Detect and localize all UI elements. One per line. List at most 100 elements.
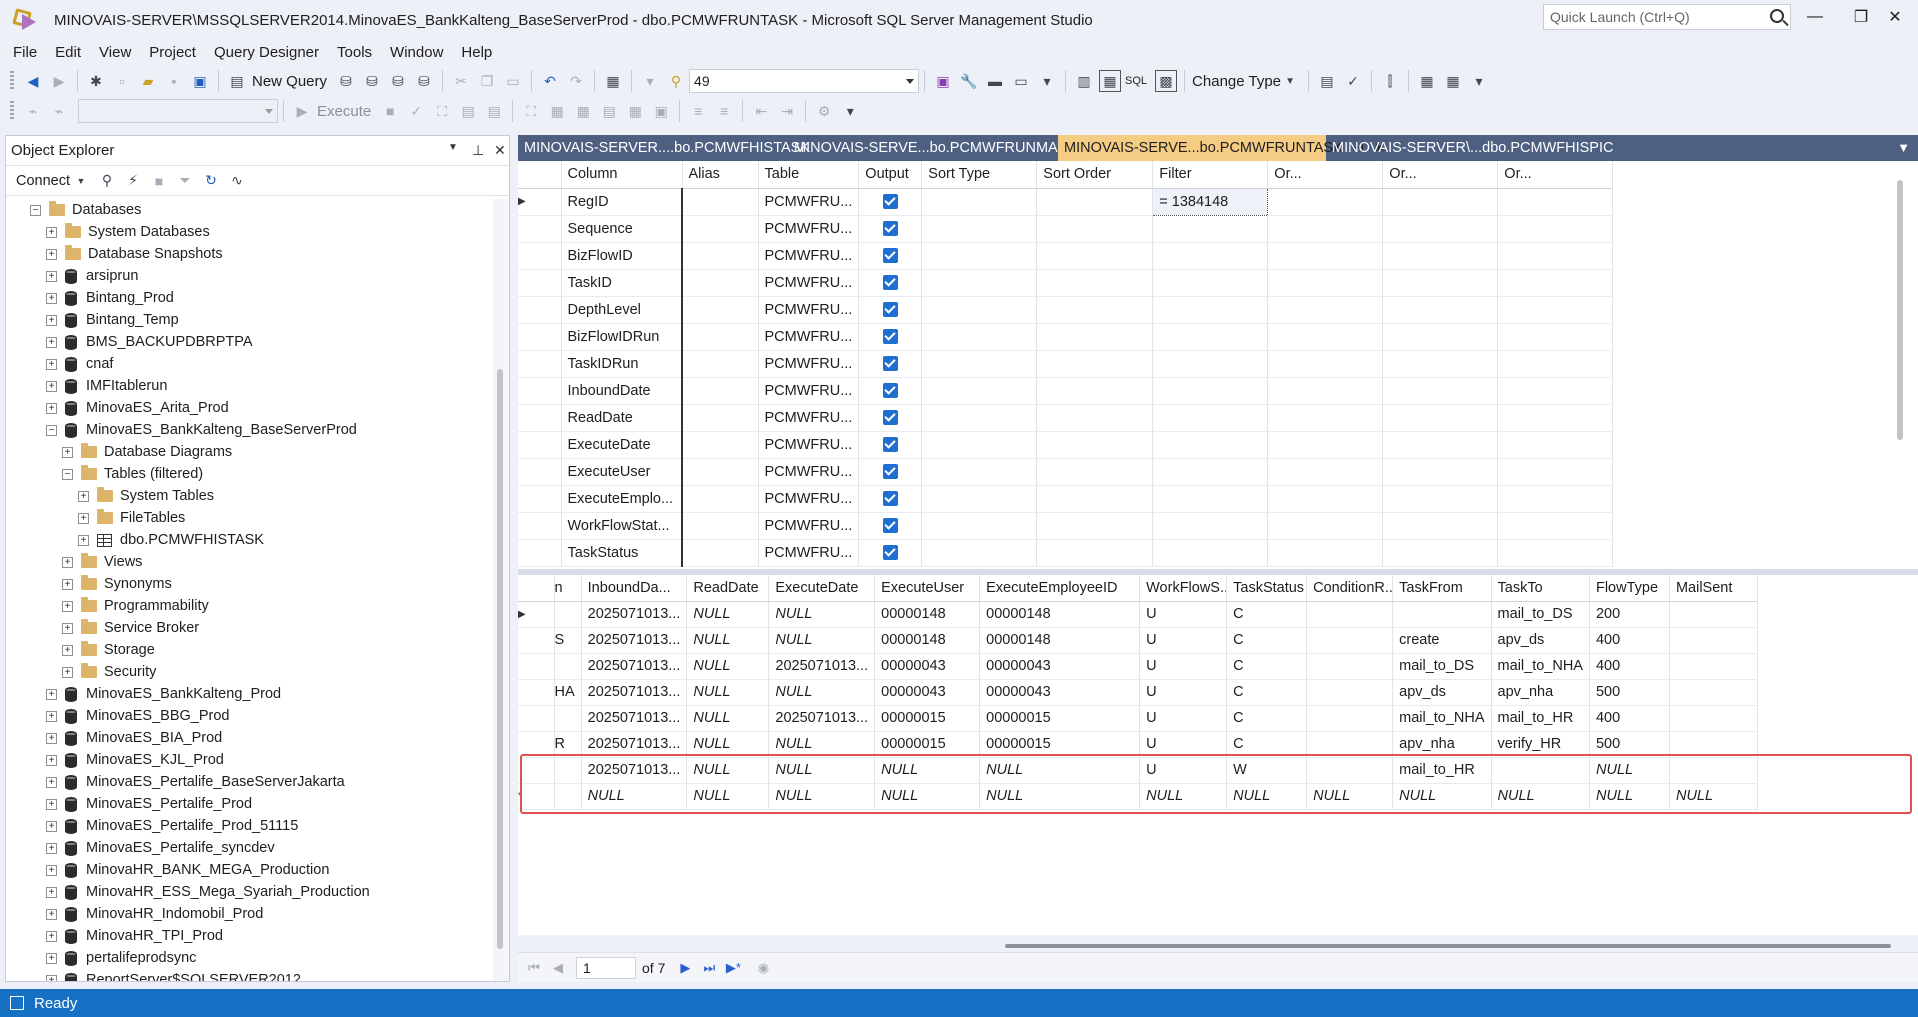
row-selector[interactable] bbox=[518, 323, 562, 351]
menu-help[interactable]: Help bbox=[452, 44, 501, 61]
result-cell[interactable]: 2025071013... bbox=[581, 757, 688, 784]
results-horizontal-scrollbar[interactable] bbox=[1005, 944, 1891, 948]
result-cell[interactable]: NULL bbox=[1226, 783, 1308, 810]
object-explorer-scrollbar[interactable] bbox=[493, 199, 509, 981]
find-icon[interactable]: ⚲ bbox=[665, 70, 687, 92]
table-cell[interactable]: PCMWFRU... bbox=[758, 377, 860, 405]
toolbar-grip[interactable] bbox=[10, 71, 14, 91]
cancel-query-icon[interactable]: ■ bbox=[379, 100, 401, 122]
sort-type-cell[interactable] bbox=[921, 377, 1038, 405]
or-cell[interactable] bbox=[1267, 539, 1384, 567]
column-cell[interactable]: ExecuteEmplo... bbox=[561, 485, 683, 513]
tree-node[interactable]: + MinovaHR_Indomobil_Prod bbox=[6, 903, 493, 925]
stop-icon[interactable]: ■ bbox=[148, 170, 170, 192]
result-cell[interactable]: 00000148 bbox=[979, 601, 1141, 628]
scrollbar-thumb[interactable] bbox=[497, 369, 503, 949]
tree-node[interactable]: + System Databases bbox=[6, 221, 493, 243]
expand-icon[interactable]: + bbox=[46, 248, 57, 260]
pin-icon[interactable]: ⊥ bbox=[472, 142, 484, 159]
criteria-row[interactable]: ▶ RegID PCMWFRU... = 1384148 bbox=[518, 187, 1614, 216]
checkbox-checked-icon[interactable] bbox=[882, 410, 898, 426]
result-cell[interactable]: apv_nha bbox=[1491, 679, 1590, 706]
close-button[interactable]: ✕ bbox=[1872, 0, 1918, 34]
toolbox-icon[interactable]: ▬ bbox=[984, 70, 1006, 92]
table-cell[interactable]: PCMWFRU... bbox=[758, 404, 860, 432]
filter-cell[interactable] bbox=[1152, 431, 1269, 459]
previous-record-icon[interactable]: ◀ bbox=[548, 958, 568, 978]
result-cell[interactable]: U bbox=[1139, 731, 1228, 758]
quick-launch-input[interactable]: Quick Launch (Ctrl+Q) bbox=[1543, 4, 1791, 30]
result-cell[interactable]: NULL bbox=[768, 627, 876, 654]
result-cell[interactable] bbox=[1491, 757, 1590, 784]
or-cell[interactable] bbox=[1382, 539, 1499, 567]
result-cell[interactable]: C bbox=[1226, 731, 1308, 758]
group-by-icon[interactable]: ⫿ bbox=[1379, 70, 1401, 92]
filter-cell[interactable] bbox=[1152, 269, 1269, 297]
table-cell[interactable]: PCMWFRU... bbox=[758, 215, 860, 243]
tree-node[interactable]: + System Tables bbox=[6, 485, 493, 507]
collapse-icon[interactable]: − bbox=[30, 204, 41, 216]
row-selector[interactable]: * bbox=[518, 783, 555, 810]
expand-icon[interactable]: + bbox=[62, 644, 73, 656]
or-cell[interactable] bbox=[1497, 512, 1614, 540]
filter-cell[interactable] bbox=[1152, 539, 1269, 567]
comment-icon[interactable]: ≡ bbox=[687, 100, 709, 122]
or-cell[interactable] bbox=[1497, 377, 1614, 405]
or-cell[interactable] bbox=[1267, 350, 1384, 378]
tree-node[interactable]: − Tables (filtered) bbox=[6, 463, 493, 485]
result-cell[interactable]: NULL bbox=[768, 783, 876, 810]
solution-explorer-icon[interactable]: ▣ bbox=[932, 70, 954, 92]
output-cell[interactable] bbox=[858, 215, 923, 243]
add-item-icon[interactable]: ▫ bbox=[111, 70, 133, 92]
alias-cell[interactable] bbox=[682, 215, 759, 243]
or-cell[interactable] bbox=[1267, 485, 1384, 513]
result-cell[interactable]: NULL bbox=[686, 783, 770, 810]
row-selector[interactable] bbox=[518, 377, 562, 405]
result-cell[interactable] bbox=[1306, 757, 1394, 784]
sort-type-cell[interactable] bbox=[921, 431, 1038, 459]
criteria-row[interactable]: BizFlowID PCMWFRU... bbox=[518, 242, 1614, 270]
table-cell[interactable]: PCMWFRU... bbox=[758, 512, 860, 540]
result-cell[interactable]: apv_ds bbox=[1392, 679, 1492, 706]
result-cell[interactable]: 2025071013... bbox=[768, 653, 876, 680]
expand-icon[interactable]: + bbox=[62, 666, 73, 678]
result-cell[interactable]: 00000148 bbox=[979, 627, 1141, 654]
row-selector[interactable] bbox=[518, 431, 562, 459]
show-sql-pane-button[interactable]: SQL bbox=[1125, 75, 1147, 87]
row-selector[interactable] bbox=[518, 653, 555, 680]
verify-sql-icon[interactable]: ✓ bbox=[1342, 70, 1364, 92]
find-combo[interactable]: 49 bbox=[689, 69, 920, 93]
result-cell[interactable]: C bbox=[1226, 627, 1308, 654]
expand-icon[interactable]: + bbox=[46, 226, 57, 238]
or-cell[interactable] bbox=[1267, 296, 1384, 324]
tree-node[interactable]: + Bintang_Prod bbox=[6, 287, 493, 309]
expand-icon[interactable]: + bbox=[46, 270, 57, 282]
refresh-icon[interactable]: ↻ bbox=[200, 170, 222, 192]
output-cell[interactable] bbox=[858, 539, 923, 567]
alias-cell[interactable] bbox=[682, 458, 759, 486]
result-cell[interactable] bbox=[1306, 627, 1394, 654]
result-cell[interactable]: create bbox=[1392, 627, 1492, 654]
expand-icon[interactable]: + bbox=[46, 688, 57, 700]
criteria-row[interactable]: ExecuteDate PCMWFRU... bbox=[518, 431, 1614, 459]
expand-icon[interactable]: + bbox=[46, 402, 57, 414]
next-record-icon[interactable]: ▶ bbox=[675, 958, 695, 978]
tree-node[interactable]: + MinovaES_Pertalife_BaseServerJakarta bbox=[6, 771, 493, 793]
sort-type-cell[interactable] bbox=[921, 269, 1038, 297]
result-cell[interactable] bbox=[1306, 731, 1394, 758]
criteria-scrollbar[interactable] bbox=[1897, 180, 1903, 440]
filter-cell[interactable] bbox=[1152, 296, 1269, 324]
result-cell[interactable]: mail_to_DS bbox=[1392, 653, 1492, 680]
last-record-icon[interactable]: ⏭ bbox=[699, 958, 719, 978]
tree-node[interactable]: + BMS_BACKUPDBRPTPA bbox=[6, 331, 493, 353]
results-row[interactable]: 2025071013... NULL 2025071013... 00000043 00… bbox=[518, 653, 1758, 680]
collapse-icon[interactable]: − bbox=[46, 424, 57, 436]
or-cell[interactable] bbox=[1267, 323, 1384, 351]
criteria-row[interactable]: DepthLevel PCMWFRU... bbox=[518, 296, 1614, 324]
result-cell[interactable]: 00000148 bbox=[874, 627, 981, 654]
row-selector[interactable] bbox=[518, 539, 562, 567]
results-to-grid-icon[interactable]: ▦ bbox=[624, 100, 646, 122]
row-selector[interactable] bbox=[518, 679, 555, 706]
alias-cell[interactable] bbox=[682, 404, 759, 432]
toolbar-grip[interactable] bbox=[10, 101, 14, 121]
